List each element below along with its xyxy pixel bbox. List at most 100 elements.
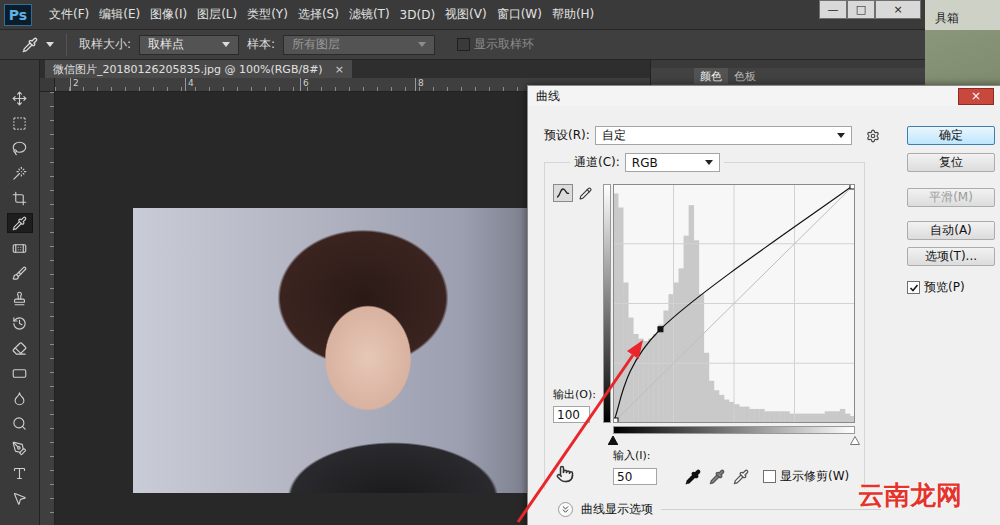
tool-button[interactable]	[7, 88, 33, 108]
tool-button[interactable]	[7, 238, 33, 258]
tool-button[interactable]	[7, 338, 33, 358]
zoom-icon	[12, 416, 27, 431]
show-ring-option[interactable]: 显示取样环	[457, 36, 534, 53]
black-eyedropper-icon[interactable]	[685, 469, 701, 485]
input-field[interactable]: 50	[613, 468, 657, 485]
sample-size-select[interactable]: 取样点	[139, 35, 239, 55]
eyedropper-icon	[12, 216, 27, 231]
menu-item[interactable]: 类型(Y)	[242, 6, 293, 23]
curve-line[interactable]	[613, 184, 855, 423]
tool-button[interactable]	[7, 313, 33, 333]
dialog-close-button[interactable]: ×	[958, 88, 994, 105]
sample-select[interactable]: 所有图层	[283, 35, 435, 55]
tool-button[interactable]	[7, 163, 33, 183]
curve-display-options[interactable]: 曲线显示选项	[544, 501, 881, 518]
histogram-bar	[684, 236, 689, 423]
curve-tool-button[interactable]	[575, 184, 595, 202]
menu-item[interactable]: 编辑(E)	[94, 6, 145, 23]
curve-point[interactable]	[658, 327, 663, 332]
tool-button[interactable]	[7, 388, 33, 408]
eyedropper-icon[interactable]	[22, 37, 38, 53]
menu-item[interactable]: 文件(F)	[44, 6, 94, 23]
histogram-bar	[764, 411, 769, 423]
histogram-bar	[759, 409, 764, 423]
expand-button[interactable]	[558, 502, 573, 517]
gray-eyedropper-icon[interactable]	[709, 469, 725, 485]
black-point-slider-icon[interactable]	[608, 436, 618, 445]
tool-button[interactable]	[7, 413, 33, 433]
output-field[interactable]: 100	[553, 406, 590, 423]
clone-stamp-icon	[12, 291, 27, 306]
white-eyedropper-icon[interactable]	[733, 469, 749, 485]
histogram-bar	[800, 414, 805, 423]
dialog-main: 预设(R):自定通道(C):RGB输出(O):100输入(I):50显示修剪(W…	[544, 126, 881, 518]
menu-item[interactable]: 帮助(H)	[547, 6, 599, 23]
tools-panel	[0, 60, 40, 525]
lasso-icon	[12, 141, 27, 156]
tool-preset-arrow[interactable]	[46, 42, 54, 47]
histogram-bar	[840, 409, 845, 423]
preview-checkbox[interactable]	[907, 281, 920, 294]
menu-item[interactable]: 图像(I)	[145, 6, 192, 23]
menu-item[interactable]: 滤镜(T)	[344, 6, 395, 23]
histogram-bar	[648, 339, 653, 423]
dialog-title-bar[interactable]: 曲线×	[528, 86, 1000, 106]
white-point-slider-icon[interactable]	[850, 436, 860, 445]
hand-adjust-icon	[556, 465, 574, 483]
histogram-bar	[643, 341, 648, 423]
window-control-button[interactable]: —	[819, 0, 847, 19]
desktop: Ps文件(F)编辑(E)图像(I)图层(L)类型(Y)选择(S)滤镜(T)3D(…	[0, 0, 1000, 525]
background-window-title: 具箱	[925, 0, 1000, 30]
eraser-icon	[12, 341, 27, 356]
tool-button[interactable]	[7, 188, 33, 208]
document-close-button[interactable]: ×	[335, 63, 344, 76]
preview-option[interactable]: 预览(P)	[907, 279, 995, 296]
window-control-button[interactable]: □	[847, 0, 875, 19]
menu-item[interactable]: 3D(D)	[395, 8, 440, 22]
tool-button[interactable]	[7, 288, 33, 308]
ruler-corner	[40, 78, 55, 92]
tool-button[interactable]	[7, 263, 33, 283]
tool-button[interactable]	[7, 138, 33, 158]
channel-select[interactable]: RGB	[625, 153, 720, 172]
tool-button[interactable]	[7, 213, 33, 233]
graph-side: 输出(O):100	[553, 184, 601, 423]
tool-button[interactable]	[7, 438, 33, 458]
dialog-button[interactable]: 确定	[907, 126, 995, 145]
dialog-buttons: 确定复位平滑(M)自动(A)选项(T)...预览(P)	[907, 126, 995, 518]
preset-options-button[interactable]	[864, 127, 881, 145]
show-clipping-option[interactable]: 显示修剪(W)	[763, 468, 849, 485]
tool-button[interactable]	[7, 488, 33, 508]
menu-item[interactable]: 窗口(W)	[492, 6, 547, 23]
dialog-body: 预设(R):自定通道(C):RGB输出(O):100输入(I):50显示修剪(W…	[528, 106, 1000, 518]
panel-tab[interactable]: 色板	[728, 68, 762, 84]
histogram-bar	[754, 409, 759, 423]
menu-item[interactable]: 视图(V)	[440, 6, 492, 23]
show-clipping-checkbox[interactable]	[763, 470, 776, 483]
preset-select[interactable]: 自定	[595, 126, 852, 145]
histogram-bar	[663, 311, 668, 423]
dialog-button[interactable]: 自动(A)	[907, 221, 995, 240]
window-control-button[interactable]: ×	[875, 0, 921, 19]
input-row: 50 显示修剪(W)	[613, 468, 855, 485]
histogram-bar	[835, 411, 840, 423]
curve-tool-button[interactable]	[553, 184, 573, 202]
tool-button[interactable]	[7, 363, 33, 383]
panel-tab[interactable]: 颜色	[694, 68, 728, 84]
dialog-button[interactable]: 选项(T)...	[907, 247, 995, 266]
menu-item[interactable]: 图层(L)	[192, 6, 242, 23]
tool-button[interactable]	[7, 113, 33, 133]
adjust-tool[interactable]	[553, 446, 601, 485]
curve-graph[interactable]	[613, 184, 855, 423]
vertical-ruler[interactable]	[40, 92, 55, 525]
separator	[66, 34, 67, 56]
show-ring-checkbox[interactable]	[457, 38, 470, 51]
dialog-button[interactable]: 复位	[907, 153, 995, 172]
document-tab[interactable]: 微信图片_20180126205835.jpg @ 100%(RGB/8#)×	[45, 60, 352, 78]
pen-icon	[12, 441, 27, 456]
menu-item[interactable]: 选择(S)	[293, 6, 344, 23]
tool-button[interactable]	[7, 463, 33, 483]
quick-select-icon	[12, 166, 27, 181]
histogram-bar	[689, 205, 694, 423]
curves-dialog: 曲线×预设(R):自定通道(C):RGB输出(O):100输入(I):50显示修…	[527, 85, 1000, 525]
